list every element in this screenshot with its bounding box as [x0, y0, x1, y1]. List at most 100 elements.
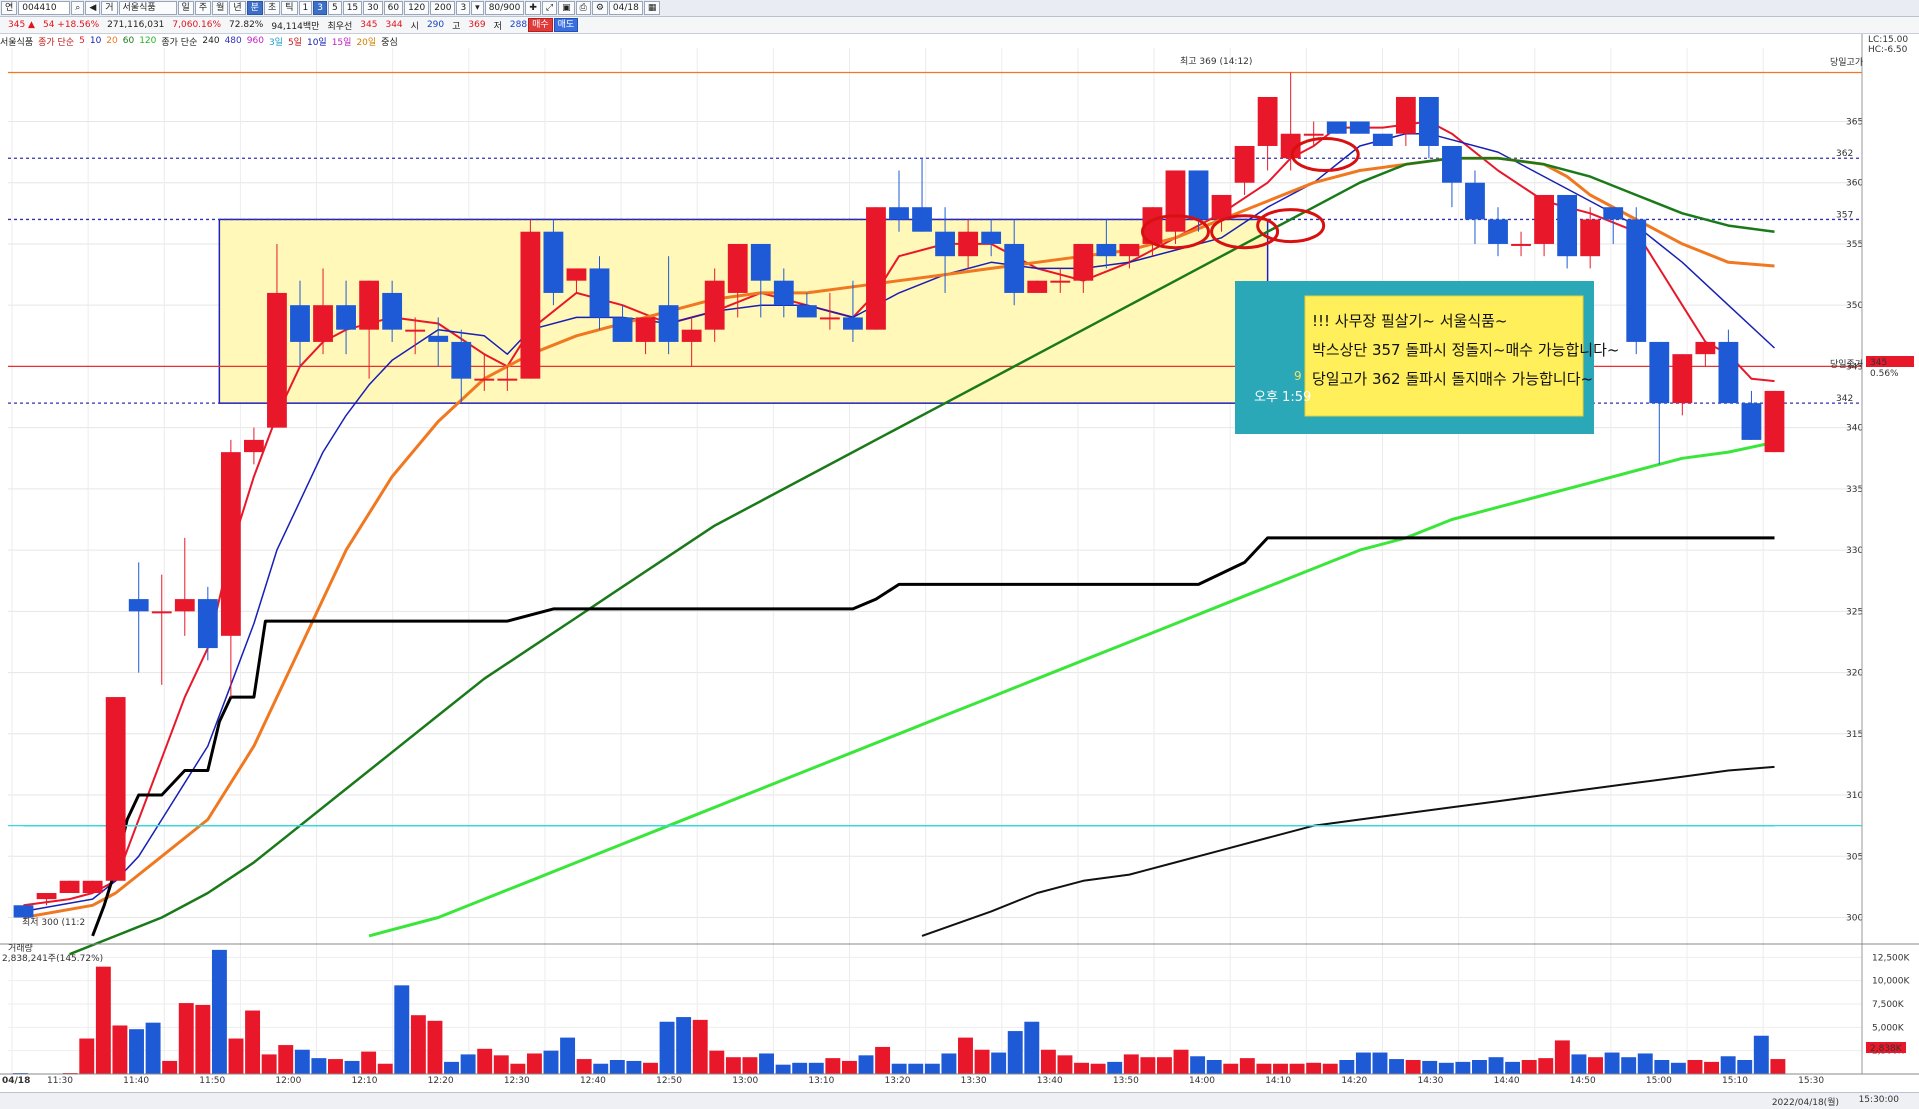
volume-bar: [1373, 1053, 1388, 1074]
interval-120[interactable]: 120: [404, 1, 429, 15]
date-input[interactable]: 04/18: [609, 1, 643, 15]
candle-body: [497, 379, 517, 381]
interval-1[interactable]: 1: [299, 1, 313, 15]
volume-bar: [1455, 1062, 1470, 1074]
interval-3[interactable]: 3: [313, 1, 327, 15]
zoom-icon[interactable]: ⤢: [542, 1, 557, 15]
period-day[interactable]: 일: [178, 1, 194, 15]
volume-bar: [112, 1025, 127, 1074]
volume-bar: [1721, 1056, 1736, 1074]
interval-200[interactable]: 200: [430, 1, 455, 15]
candle-body: [1073, 244, 1093, 281]
period-month[interactable]: 월: [212, 1, 228, 15]
volume-bar: [146, 1023, 161, 1074]
period-minute[interactable]: 분: [247, 1, 263, 15]
note-side-time: 오후 1:59: [1254, 390, 1311, 405]
x-tick-label: 12:50: [656, 1076, 682, 1086]
search-icon[interactable]: ⌕: [71, 1, 84, 15]
speaker-icon[interactable]: ◀: [85, 1, 100, 15]
candle-body: [774, 281, 794, 305]
candle-body: [1096, 244, 1116, 256]
candle-body: [1442, 146, 1462, 183]
volume-ratio: 7,060.16%: [172, 20, 221, 30]
volume-bar: [1770, 1059, 1785, 1074]
volume-bar: [477, 1049, 492, 1074]
calendar-icon[interactable]: ▦: [644, 1, 661, 15]
candle-body: [544, 232, 564, 293]
interval-15[interactable]: 15: [343, 1, 362, 15]
chevron-down-icon[interactable]: ▾: [471, 1, 484, 15]
volume-bar: [709, 1051, 724, 1074]
candles: [14, 72, 1785, 917]
low-label: 저: [494, 19, 502, 32]
volume-bar: [1422, 1061, 1437, 1074]
market-label: 거: [101, 1, 117, 15]
volume-bar: [908, 1064, 923, 1074]
volume-bar: [311, 1058, 326, 1074]
mode-select[interactable]: 연: [1, 1, 17, 15]
x-tick-label: 12:30: [504, 1076, 530, 1086]
candle-body: [1465, 183, 1485, 220]
volume-bar: [212, 950, 227, 1074]
volume-bar: [527, 1053, 542, 1074]
interval-5[interactable]: 5: [328, 1, 342, 15]
volume-bar: [1472, 1060, 1487, 1074]
volume-bar: [278, 1045, 293, 1074]
volume-bar: [693, 1020, 708, 1074]
high-marker: 최고 369 (14:12): [1180, 56, 1252, 67]
annotation-note[interactable]: !!! 사무장 필살기~ 서울식품~ 박스상단 357 돌파시 정돌지~매수 가…: [1235, 281, 1619, 434]
period-week[interactable]: 주: [195, 1, 211, 15]
y-tick-label: 355: [1846, 240, 1863, 250]
reference-line-label: 357: [1836, 210, 1853, 220]
candle-body: [866, 207, 886, 329]
candle-body: [474, 379, 494, 381]
status-bar: 2022/04/18(월) 15:30:00: [0, 1092, 1919, 1109]
volume-bar: [1737, 1060, 1752, 1074]
save-icon[interactable]: ▣: [558, 1, 575, 15]
volume-bar: [643, 1063, 658, 1074]
y-tick-label: 365: [1846, 117, 1863, 127]
volume-bar: [1207, 1060, 1222, 1074]
interval-input[interactable]: 3: [456, 1, 470, 15]
candle-body: [1166, 170, 1186, 231]
volume-bar: [494, 1055, 509, 1074]
print-icon[interactable]: ⎙: [576, 1, 591, 15]
sell-button[interactable]: 매도: [554, 18, 579, 32]
volume-bar: [792, 1063, 807, 1074]
x-tick-label: 15:10: [1722, 1076, 1748, 1086]
date-label: 04/18: [2, 1076, 30, 1086]
interval-30[interactable]: 30: [363, 1, 382, 15]
period-year[interactable]: 년: [229, 1, 245, 15]
crosshair-icon[interactable]: ✚: [525, 1, 541, 15]
volume-bar: [129, 1029, 144, 1074]
candle-body: [613, 317, 633, 341]
candle-body: [313, 305, 333, 342]
gear-icon[interactable]: ⚙: [592, 1, 608, 15]
x-tick-label: 14:40: [1494, 1076, 1520, 1086]
period-second[interactable]: 초: [264, 1, 280, 15]
volume-bar: [626, 1061, 641, 1074]
count-input[interactable]: 80/900: [485, 1, 525, 15]
volume-bar: [394, 985, 409, 1074]
volume-bar: [229, 1039, 244, 1074]
price-chart[interactable]: 3003053103153203253303353403453503553603…: [0, 34, 1919, 1092]
volume-bar: [1621, 1057, 1636, 1074]
x-tick-label: 15:30: [1798, 1076, 1824, 1086]
period-tick[interactable]: 틱: [281, 1, 297, 15]
best-ask: 344: [385, 20, 402, 30]
volume-bar: [925, 1064, 940, 1074]
volume-bar: [859, 1055, 874, 1074]
volume-bar: [1190, 1056, 1205, 1074]
volume-bar: [328, 1059, 343, 1074]
y-tick-label: 360: [1846, 179, 1863, 189]
interval-60[interactable]: 60: [384, 1, 403, 15]
stock-code-input[interactable]: 004410: [18, 1, 70, 15]
volume-bar: [892, 1064, 907, 1074]
volume-bar: [245, 1011, 260, 1074]
candle-body: [152, 611, 172, 613]
volume-bar: [975, 1050, 990, 1074]
y-tick-label: 320: [1846, 669, 1863, 679]
volume-bar: [544, 1051, 559, 1074]
buy-button[interactable]: 매수: [528, 18, 553, 32]
volume-bar: [842, 1061, 857, 1074]
